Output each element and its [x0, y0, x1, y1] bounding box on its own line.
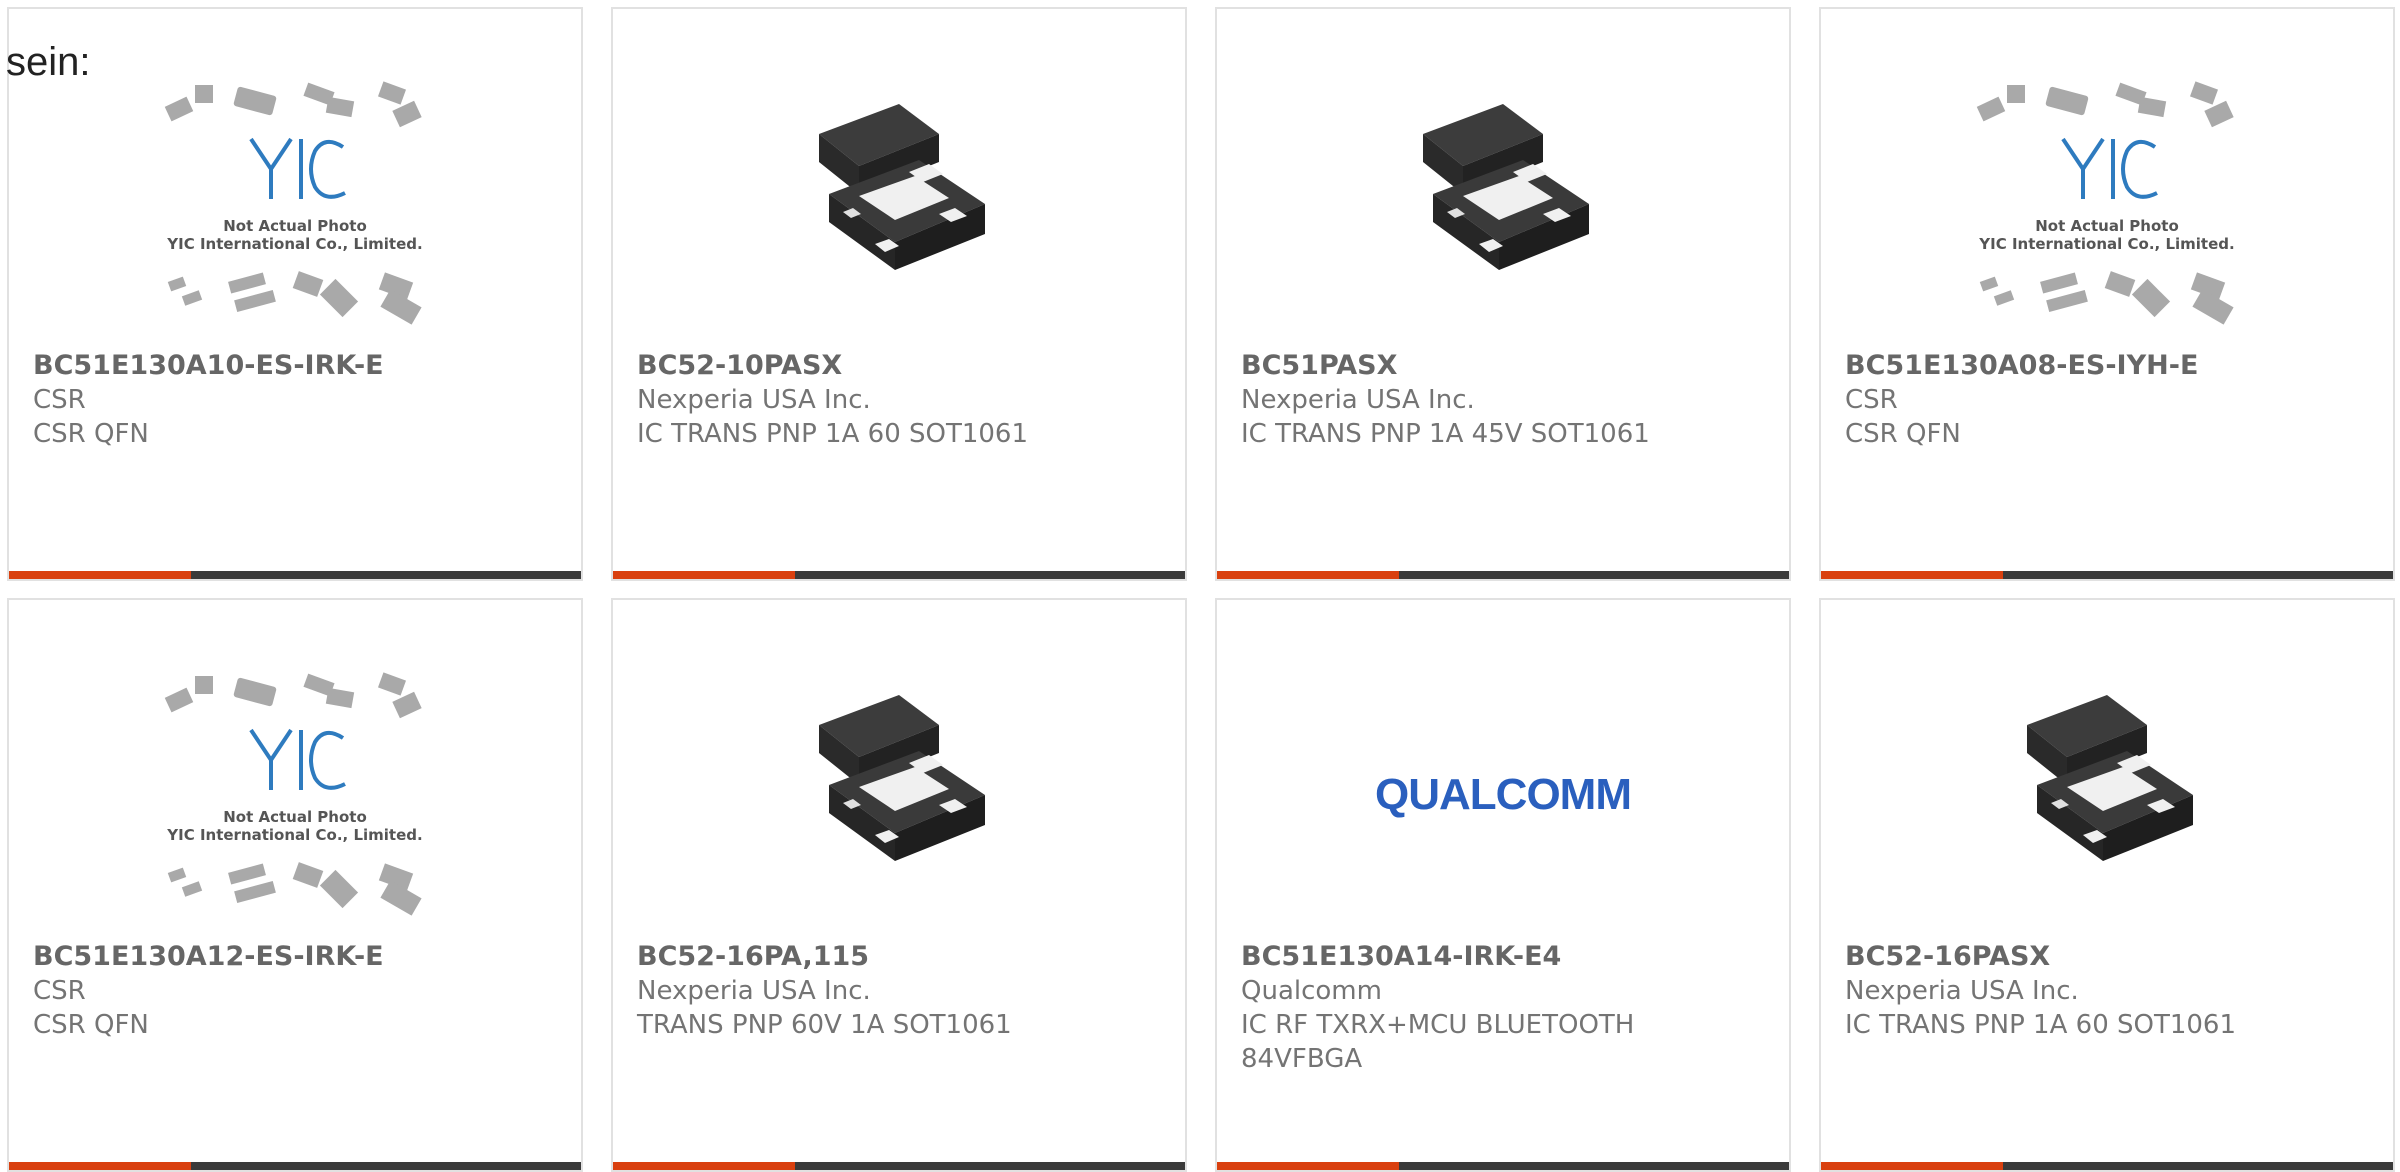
description: IC RF TXRX+MCU BLUETOOTH 84VFBGA	[1241, 1010, 1635, 1074]
product-info: BC51PASX Nexperia USA Inc. IC TRANS PNP …	[1241, 349, 1765, 451]
description: IC TRANS PNP 1A 60 SOT1061	[637, 419, 1029, 449]
description: CSR QFN	[33, 419, 149, 449]
product-info: BC51E130A12-ES-IRK-E CSR CSR QFN	[33, 940, 557, 1042]
manufacturer: CSR	[33, 976, 86, 1006]
svg-text:Not Actual Photo: Not Actual Photo	[223, 217, 367, 235]
product-card[interactable]: BC52-16PASX Nexperia USA Inc. IC TRANS P…	[1819, 598, 2395, 1172]
accent-bar	[9, 1162, 191, 1170]
card-footer-bar	[1821, 1162, 2393, 1170]
part-number-link[interactable]: BC52-16PA,115	[637, 940, 1161, 974]
accent-bar	[1217, 571, 1399, 579]
product-info: BC52-16PASX Nexperia USA Inc. IC TRANS P…	[1845, 940, 2369, 1042]
chip-package-icon	[613, 59, 1185, 349]
part-number-link[interactable]: BC52-10PASX	[637, 349, 1161, 383]
manufacturer: CSR	[33, 385, 86, 415]
qualcomm-logo-text: QUALCOMM	[1375, 770, 1632, 819]
accent-bar	[613, 571, 795, 579]
product-info: BC52-16PA,115 Nexperia USA Inc. TRANS PN…	[637, 940, 1161, 1042]
description: CSR QFN	[33, 1010, 149, 1040]
product-card[interactable]: Not Actual Photo YIC International Co., …	[1819, 7, 2395, 581]
svg-text:YIC International Co., Limited: YIC International Co., Limited.	[1978, 235, 2234, 253]
product-card[interactable]: QUALCOMM BC51E130A14-IRK-E4 Qualcomm IC …	[1215, 598, 1791, 1172]
product-info: BC51E130A08-ES-IYH-E CSR CSR QFN	[1845, 349, 2369, 451]
product-info: BC51E130A14-IRK-E4 Qualcomm IC RF TXRX+M…	[1241, 940, 1765, 1076]
yic-placeholder-icon: Not Actual Photo YIC International Co., …	[1821, 59, 2393, 349]
accent-bar	[9, 571, 191, 579]
part-number-link[interactable]: BC51E130A10-ES-IRK-E	[33, 349, 557, 383]
card-footer-bar	[9, 571, 581, 579]
manufacturer: Nexperia USA Inc.	[637, 385, 871, 415]
description: IC TRANS PNP 1A 45V SOT1061	[1241, 419, 1650, 449]
chip-package-icon	[1821, 650, 2393, 940]
part-number-link[interactable]: BC51E130A14-IRK-E4	[1241, 940, 1765, 974]
part-number-link[interactable]: BC51PASX	[1241, 349, 1765, 383]
part-number-link[interactable]: BC51E130A08-ES-IYH-E	[1845, 349, 2369, 383]
svg-text:YIC International Co., Limited: YIC International Co., Limited.	[166, 235, 422, 253]
card-footer-bar	[1217, 571, 1789, 579]
product-info: BC52-10PASX Nexperia USA Inc. IC TRANS P…	[637, 349, 1161, 451]
yic-placeholder-icon: Not Actual Photo YIC International Co., …	[9, 59, 581, 349]
qualcomm-logo: QUALCOMM	[1217, 650, 1789, 940]
chip-package-icon	[613, 650, 1185, 940]
product-card[interactable]: BC52-16PA,115 Nexperia USA Inc. TRANS PN…	[611, 598, 1187, 1172]
description: IC TRANS PNP 1A 60 SOT1061	[1845, 1010, 2237, 1040]
svg-text:Not Actual Photo: Not Actual Photo	[2035, 217, 2179, 235]
description: TRANS PNP 60V 1A SOT1061	[637, 1010, 1012, 1040]
chip-package-icon	[1217, 59, 1789, 349]
accent-bar	[1217, 1162, 1399, 1170]
accent-bar	[1821, 571, 2003, 579]
yic-placeholder-icon: Not Actual Photo YIC International Co., …	[9, 650, 581, 940]
manufacturer: Nexperia USA Inc.	[1845, 976, 2079, 1006]
product-card[interactable]: Not Actual Photo YIC International Co., …	[7, 598, 583, 1172]
manufacturer: Nexperia USA Inc.	[1241, 385, 1475, 415]
product-card[interactable]: BC52-10PASX Nexperia USA Inc. IC TRANS P…	[611, 7, 1187, 581]
accent-bar	[613, 1162, 795, 1170]
manufacturer: CSR	[1845, 385, 1898, 415]
card-footer-bar	[1821, 571, 2393, 579]
product-grid: Not Actual Photo YIC International Co., …	[7, 7, 2400, 1172]
part-number-link[interactable]: BC51E130A12-ES-IRK-E	[33, 940, 557, 974]
card-footer-bar	[9, 1162, 581, 1170]
part-number-link[interactable]: BC52-16PASX	[1845, 940, 2369, 974]
svg-text:YIC International Co., Limited: YIC International Co., Limited.	[166, 826, 422, 844]
accent-bar	[1821, 1162, 2003, 1170]
product-info: BC51E130A10-ES-IRK-E CSR CSR QFN	[33, 349, 557, 451]
lead-text: sein:	[6, 40, 91, 84]
manufacturer: Qualcomm	[1241, 976, 1382, 1006]
card-footer-bar	[613, 571, 1185, 579]
manufacturer: Nexperia USA Inc.	[637, 976, 871, 1006]
card-footer-bar	[1217, 1162, 1789, 1170]
description: CSR QFN	[1845, 419, 1961, 449]
product-card[interactable]: BC51PASX Nexperia USA Inc. IC TRANS PNP …	[1215, 7, 1791, 581]
product-card[interactable]: Not Actual Photo YIC International Co., …	[7, 7, 583, 581]
svg-text:Not Actual Photo: Not Actual Photo	[223, 808, 367, 826]
card-footer-bar	[613, 1162, 1185, 1170]
